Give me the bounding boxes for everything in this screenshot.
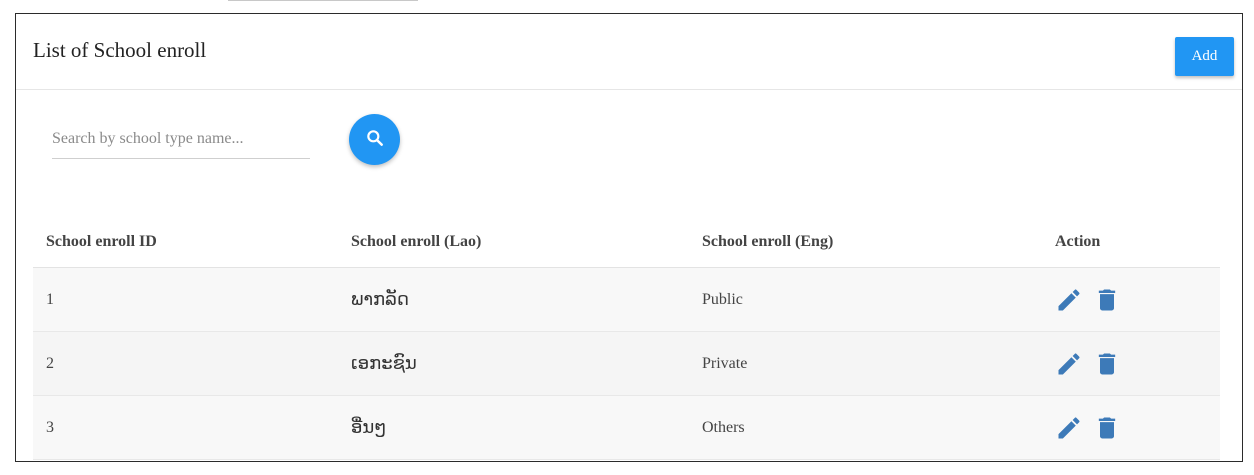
search-input[interactable]: [52, 120, 310, 159]
header-school-enroll-lao: School enroll (Lao): [338, 217, 689, 268]
card-header: List of School enroll Add: [16, 14, 1242, 90]
header-school-enroll-eng: School enroll (Eng): [689, 217, 1042, 268]
page-title: List of School enroll: [33, 38, 207, 62]
search-icon: [365, 128, 385, 151]
cell-eng: Others: [689, 395, 1042, 460]
cell-lao: ອື່ນໆ: [338, 395, 689, 460]
school-enroll-card: List of School enroll Add School enroll …: [15, 13, 1243, 462]
cell-id: 3: [33, 395, 338, 460]
cell-action: [1042, 331, 1220, 396]
edit-icon[interactable]: [1055, 286, 1083, 314]
cell-eng: Public: [689, 267, 1042, 332]
cell-action: [1042, 395, 1220, 460]
table-row: 3 ອື່ນໆ Others: [33, 395, 1220, 460]
table-row: 1 ພາກລັດ Public: [33, 267, 1220, 332]
delete-icon[interactable]: [1093, 350, 1121, 378]
cell-lao: ເອກະຊົນ: [338, 331, 689, 396]
cell-eng: Private: [689, 331, 1042, 396]
search-button[interactable]: [349, 114, 400, 165]
header-school-enroll-id: School enroll ID: [33, 217, 338, 268]
table-row: 2 ເອກະຊົນ Private: [33, 331, 1220, 396]
cell-id: 1: [33, 267, 338, 332]
edit-icon[interactable]: [1055, 350, 1083, 378]
header-action: Action: [1042, 217, 1220, 268]
school-enroll-table: School enroll ID School enroll (Lao) Sch…: [33, 217, 1220, 460]
cell-lao: ພາກລັດ: [338, 267, 689, 332]
delete-icon[interactable]: [1093, 286, 1121, 314]
table-header-row: School enroll ID School enroll (Lao) Sch…: [33, 217, 1220, 268]
browser-tab-indicator: [228, 0, 418, 1]
edit-icon[interactable]: [1055, 414, 1083, 442]
cell-action: [1042, 267, 1220, 332]
cell-id: 2: [33, 331, 338, 396]
delete-icon[interactable]: [1093, 414, 1121, 442]
add-button[interactable]: Add: [1175, 37, 1234, 76]
